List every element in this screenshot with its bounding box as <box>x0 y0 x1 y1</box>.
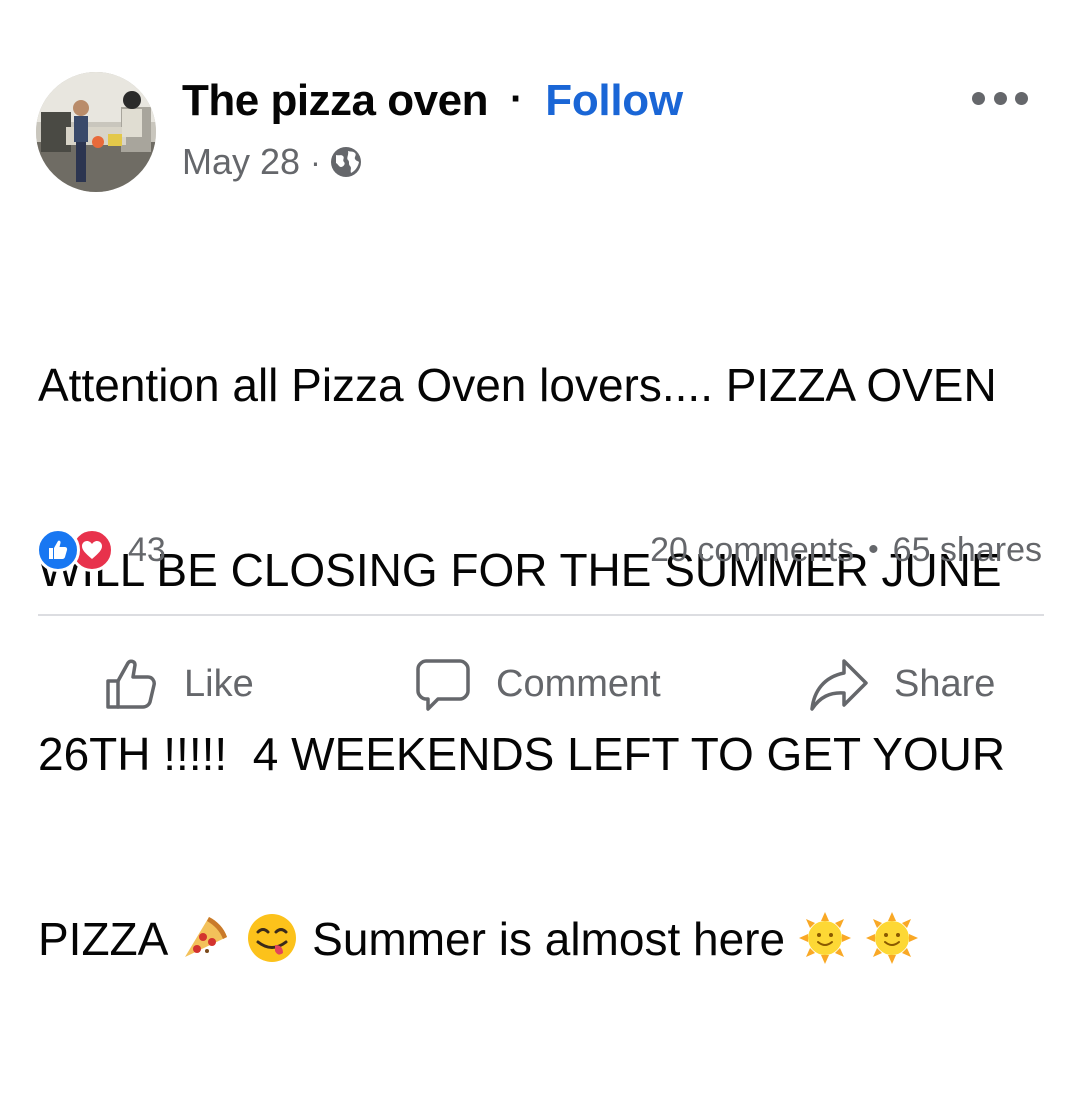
pizza-emoji <box>184 916 227 957</box>
share-button[interactable]: Share <box>808 652 995 716</box>
more-options-button[interactable] <box>972 84 1028 112</box>
more-horizontal-icon <box>972 91 985 105</box>
author-name[interactable]: The pizza oven <box>182 76 488 126</box>
shares-count[interactable]: 65 shares <box>893 531 1042 570</box>
divider <box>38 614 1044 616</box>
comment-button[interactable]: Comment <box>414 652 661 716</box>
author-separator: · <box>509 76 524 121</box>
like-reaction-icon <box>36 528 80 572</box>
like-label: Like <box>184 662 254 705</box>
post-text-segment: Summer is almost here <box>312 912 786 965</box>
comment-bubble-icon <box>416 659 470 711</box>
author-line: The pizza oven · Follow <box>182 74 683 128</box>
thumbs-up-icon <box>106 659 156 709</box>
avatar-photo <box>36 72 156 192</box>
sun-with-face-emoji <box>798 911 851 964</box>
comments-count[interactable]: 20 comments <box>650 531 854 570</box>
share-label: Share <box>894 662 996 705</box>
share-arrow-icon <box>810 659 868 711</box>
post-text-line: 26TH !!!!! 4 WEEKENDS LEFT TO GET YOUR <box>38 728 1006 780</box>
more-horizontal-icon <box>1015 91 1028 105</box>
post-date[interactable]: May 28 <box>182 141 300 183</box>
globe-icon <box>330 147 361 177</box>
sun-with-face-emoji <box>865 911 918 964</box>
follow-button[interactable]: Follow <box>545 76 683 126</box>
counts-separator: • <box>868 533 879 566</box>
reactions-summary[interactable]: 43 <box>36 528 166 572</box>
page-avatar[interactable] <box>36 72 156 192</box>
comment-label: Comment <box>496 662 661 705</box>
face-savoring-food-emoji <box>248 913 297 962</box>
post-text-line: PIZZA Summer is almost here <box>38 909 1038 971</box>
post-meta: May 28 · <box>182 140 363 184</box>
post-card: The pizza oven · Follow May 28 · Attenti… <box>0 0 1080 965</box>
engagement-counts: 20 comments • 65 shares <box>650 528 1042 572</box>
more-horizontal-icon <box>993 91 1007 105</box>
like-button[interactable]: Like <box>102 652 254 716</box>
meta-separator: · <box>310 143 321 180</box>
reaction-count: 43 <box>128 530 166 569</box>
post-text-segment: PIZZA <box>38 912 166 965</box>
post-text-line: Attention all Pizza Oven lovers.... PIZZ… <box>38 359 997 411</box>
